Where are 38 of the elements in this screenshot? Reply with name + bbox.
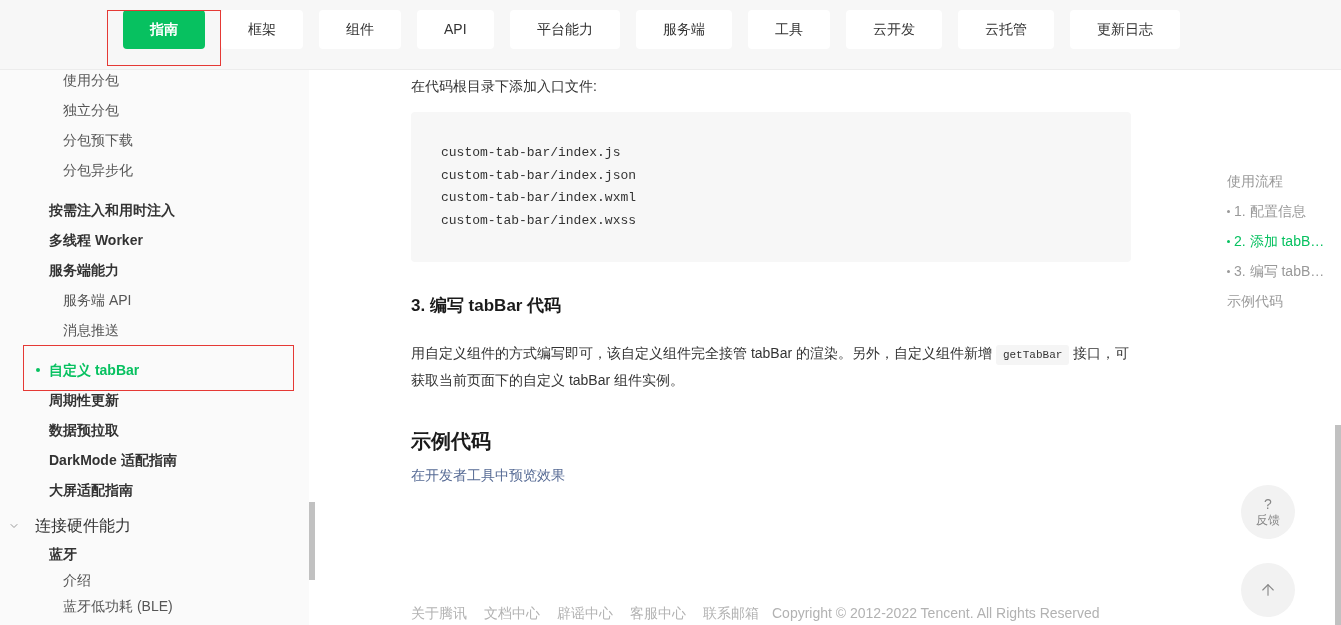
sidebar-item[interactable]: 多线程 Worker [49,230,143,250]
copyright-text: Copyright © 2012-2022 Tencent. All Rights Reserved [772,604,1100,622]
sidebar-item[interactable]: 使用分包 [63,70,119,90]
nav-tab[interactable]: 更新日志 [1069,10,1180,49]
code-line: custom-tab-bar/index.wxss [441,211,637,230]
section-heading: 3. 编写 tabBar 代码 [411,295,563,317]
sidebar-item[interactable]: 服务端 API [63,290,132,310]
sidebar-item[interactable]: 蓝牙 [49,544,77,564]
sidebar-item[interactable]: 独立分包 [63,100,119,120]
nav-tab[interactable]: 组件 [319,10,401,49]
preview-link[interactable]: 在开发者工具中预览效果 [411,464,565,486]
section-heading: 示例代码 [411,429,492,454]
sidebar-item[interactable]: 分包预下载 [63,130,133,150]
nav-tab[interactable]: 服务端 [635,10,732,49]
nav-tab[interactable]: 工具 [747,10,830,49]
nav-tab[interactable]: 云开发 [845,10,942,49]
sidebar-item[interactable]: 分包异步化 [63,160,133,180]
sidebar-item[interactable]: 按需注入和用时注入 [49,200,175,220]
nav-tab[interactable]: 框架 [221,10,303,49]
sidebar-item[interactable]: 大屏适配指南 [49,480,133,500]
nav-tab[interactable]: 云托管 [957,10,1054,49]
sidebar-item[interactable]: 数据预拉取 [49,420,119,440]
paragraph-text: 用自定义组件的方式编写即可，该自定义组件完全接管 tabBar 的渲染。另外，自定义组件新增 getTabBar 接口，可获取当前页面下的自定义 tabBar 组件实例。 [411,344,1131,390]
scrollbar-thumb[interactable] [309,502,315,580]
code-line: custom-tab-bar/index.js [441,144,621,162]
code-line: custom-tab-bar/index.wxml [441,189,637,207]
sidebar-item[interactable]: 介绍 [63,570,91,590]
sidebar-item[interactable]: 周期性更新 [49,390,119,410]
sidebar-item[interactable]: 服务端能力 [49,260,119,280]
sidebar-item[interactable]: 消息推送 [63,320,119,340]
intro-text: 在代码根目录下添加入口文件: [411,77,598,96]
nav-tab[interactable]: 平台能力 [509,10,620,49]
code-line: custom-tab-bar/index.json [441,166,637,185]
nav-tab[interactable]: API [417,10,494,49]
sidebar-item[interactable]: 蓝牙低功耗 (BLE) [63,596,173,616]
scrollbar-thumb[interactable] [1335,425,1341,625]
sidebar-section-title[interactable]: 连接硬件能力 [35,514,131,538]
sidebar-item[interactable]: DarkMode 适配指南 [49,450,177,470]
